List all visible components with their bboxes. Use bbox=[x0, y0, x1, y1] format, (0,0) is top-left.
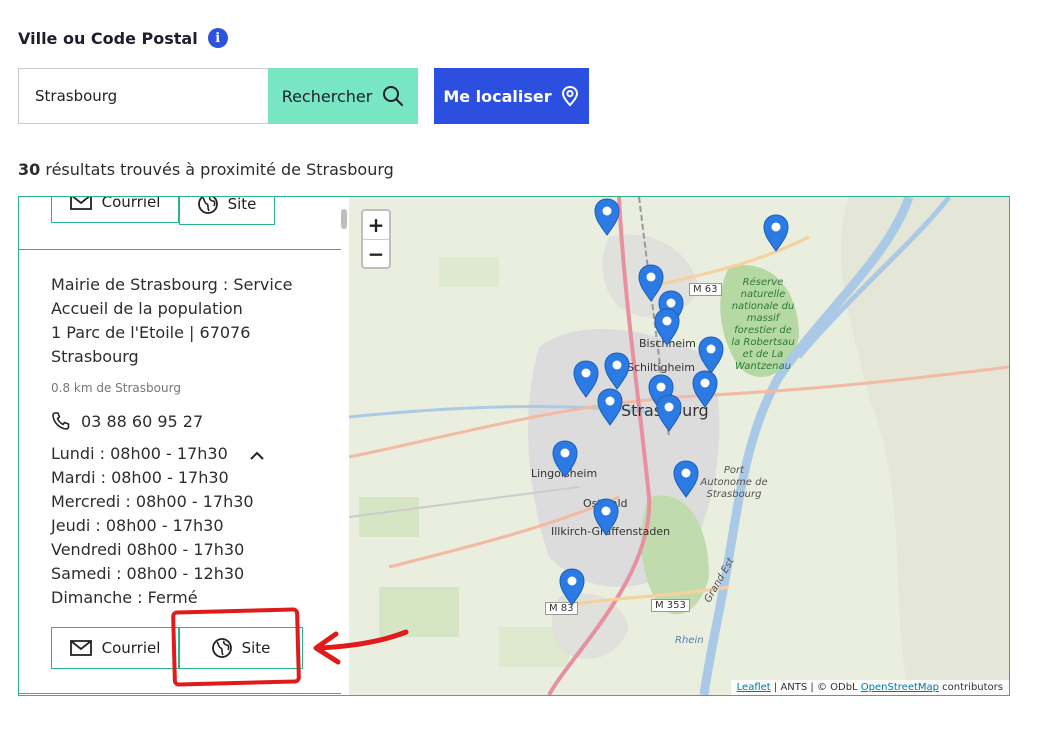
hours-item: Mercredi : 08h00 - 17h30 bbox=[51, 492, 254, 511]
prev-email-button[interactable]: Courriel bbox=[51, 197, 179, 223]
place-label-bischheim: Bischheim bbox=[639, 337, 696, 350]
results-panel: Courriel Site Mairie de Strasbourg : Ser… bbox=[18, 196, 1010, 696]
city-search-input[interactable] bbox=[18, 68, 268, 124]
zoom-out-button[interactable]: − bbox=[363, 240, 389, 268]
place-label-illkirch: Illkirch-Graffenstaden bbox=[551, 525, 671, 538]
field-area bbox=[439, 257, 499, 287]
leaflet-link[interactable]: Leaflet bbox=[737, 682, 771, 693]
office-address: 1 Parc de l'Etoile | 67076 bbox=[51, 323, 251, 342]
search-label: Ville ou Code Postal bbox=[18, 28, 198, 48]
hours-item: Mardi : 08h00 - 17h30 bbox=[51, 468, 229, 487]
hours-item: Dimanche : Fermé bbox=[51, 588, 198, 607]
results-count-number: 30 bbox=[18, 160, 41, 179]
phone-number[interactable]: 03 88 60 95 27 bbox=[81, 412, 203, 431]
hours-item: Samedi : 08h00 - 12h30 bbox=[51, 564, 245, 583]
mail-icon bbox=[69, 197, 92, 210]
mail-icon bbox=[69, 640, 92, 656]
search-label-row: Ville ou Code Postal i bbox=[18, 28, 228, 48]
zoom-control: + − bbox=[361, 209, 391, 269]
office-info: Mairie de Strasbourg : Service Accueil d… bbox=[51, 273, 311, 369]
hours-item: Lundi : 08h00 - 17h30 bbox=[51, 444, 228, 463]
road-shield-m353: M 353 bbox=[651, 599, 690, 612]
opening-hours: Lundi : 08h00 - 17h30 Mardi : 08h00 - 17… bbox=[51, 442, 254, 610]
map-attribution: Leaflet | ANTS | © ODbL OpenStreetMap co… bbox=[730, 680, 1009, 695]
phone-row[interactable]: 03 88 60 95 27 bbox=[51, 411, 203, 431]
place-label-rhein: Rhein bbox=[675, 635, 704, 646]
annotation-highlight-box bbox=[171, 607, 301, 687]
results-count-label: résultats trouvés à proximité de Strasbo… bbox=[45, 160, 394, 179]
place-label-lingolsheim: Lingolsheim bbox=[531, 467, 598, 480]
attribution-contributors: contributors bbox=[939, 682, 1003, 693]
place-label-reserve: Réserve naturelle nationale du massif fo… bbox=[731, 277, 795, 372]
hours-item: Vendredi 08h00 - 17h30 bbox=[51, 540, 245, 559]
place-label-port: Port Autonome de Strasbourg bbox=[700, 465, 768, 500]
email-label: Courriel bbox=[101, 639, 161, 657]
prev-site-button[interactable]: Site bbox=[179, 197, 275, 225]
place-label-ostwald: Ostwald bbox=[583, 497, 628, 510]
road-shield-m83: M 83 bbox=[545, 602, 578, 615]
list-scrollbar[interactable] bbox=[341, 209, 347, 229]
phone-icon bbox=[52, 412, 70, 430]
location-pin-icon bbox=[561, 85, 578, 107]
info-icon[interactable]: i bbox=[207, 28, 228, 48]
search-button-label: Rechercher bbox=[281, 86, 373, 106]
place-label-strasbourg: Strasbourg bbox=[621, 401, 709, 420]
email-button[interactable]: Courriel bbox=[51, 627, 179, 669]
annotation-arrow-icon bbox=[313, 629, 409, 665]
attribution-ants: | ANTS | © ODbL bbox=[770, 682, 861, 693]
locate-me-button[interactable]: Me localiser bbox=[434, 68, 589, 124]
office-name: Mairie de Strasbourg : Service Accueil d… bbox=[51, 275, 293, 318]
search-icon bbox=[383, 86, 404, 106]
card-separator bbox=[19, 693, 341, 694]
card-separator bbox=[19, 249, 341, 250]
zoom-in-button[interactable]: + bbox=[363, 211, 389, 240]
office-distance: 0.8 km de Strasbourg bbox=[51, 381, 181, 395]
locate-button-label: Me localiser bbox=[443, 86, 552, 106]
prev-email-label: Courriel bbox=[101, 197, 161, 211]
road-shield-m63: M 63 bbox=[689, 283, 722, 296]
osm-link[interactable]: OpenStreetMap bbox=[861, 682, 939, 693]
hours-item: Jeudi : 08h00 - 17h30 bbox=[51, 516, 224, 535]
field-area bbox=[359, 497, 419, 537]
map-tiles bbox=[349, 197, 1009, 695]
map-view[interactable]: + − Strasbourg Bischheim Schiltigheim Li… bbox=[349, 197, 1009, 695]
chevron-up-icon[interactable] bbox=[249, 449, 265, 461]
office-city: Strasbourg bbox=[51, 347, 139, 366]
globe-icon bbox=[197, 197, 218, 214]
prev-site-label: Site bbox=[227, 197, 257, 213]
results-count-text: 30 résultats trouvés à proximité de Stra… bbox=[18, 160, 394, 179]
search-button[interactable]: Rechercher bbox=[268, 68, 418, 124]
place-label-schiltigheim: Schiltigheim bbox=[627, 361, 695, 374]
